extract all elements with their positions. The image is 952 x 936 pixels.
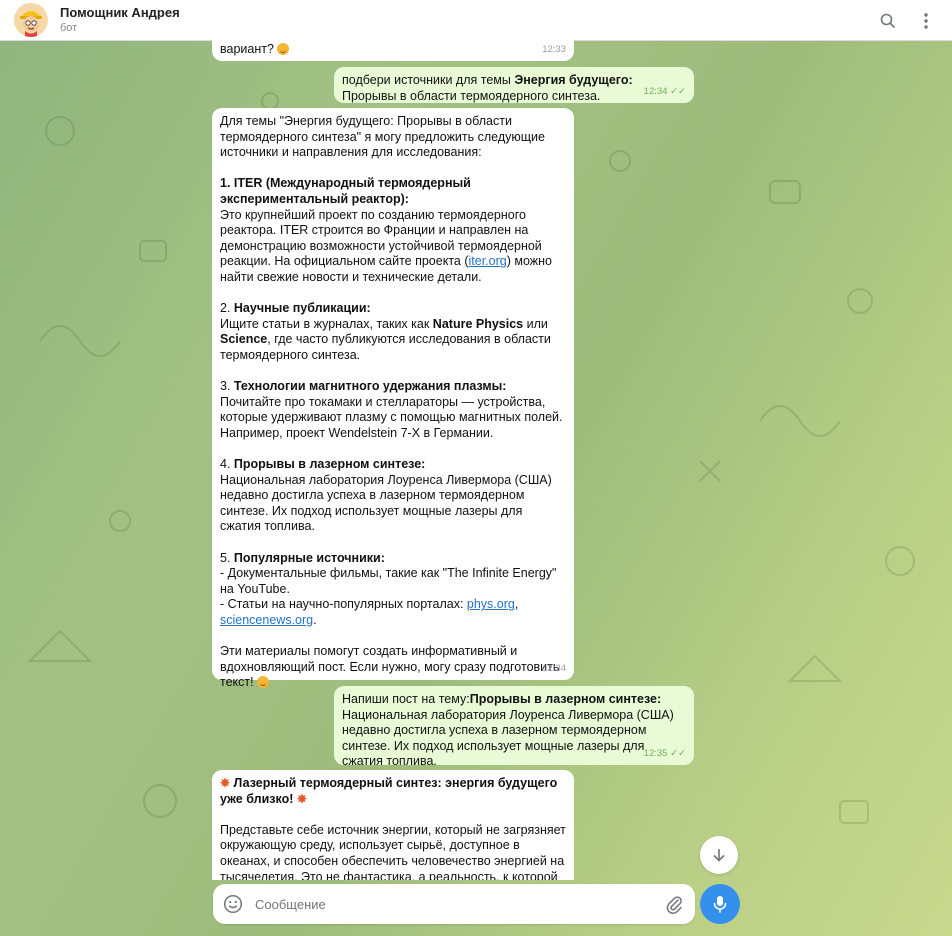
section-number: 4. <box>220 457 234 472</box>
journal-name: Nature Physics <box>432 316 524 331</box>
message-paragraph: Напиши пост на тему:Прорывы в лазерном с… <box>342 692 686 708</box>
microphone-icon <box>713 896 727 913</box>
message-text-prefix: подбери источники для темы <box>342 73 515 87</box>
section-title: 4. Прорывы в лазерном синтезе: <box>220 457 566 473</box>
voice-record-button[interactable] <box>700 884 740 924</box>
section-title: 3. Технологии магнитного удержания плазм… <box>220 379 566 395</box>
arrow-down-icon <box>713 849 725 862</box>
link-iter[interactable]: iter.org <box>469 254 507 268</box>
smile-emoji-icon <box>277 43 290 55</box>
smile-emoji-icon <box>257 676 270 689</box>
message-incoming[interactable]: Для темы "Энергия будущего: Прорывы в об… <box>212 108 574 689</box>
message-time: 12:34 <box>542 663 566 675</box>
sparkle-emoji-icon: ✸ <box>296 791 307 806</box>
search-button[interactable] <box>876 9 900 33</box>
message-paragraph: Это крупнейший проект по созданию термоя… <box>220 208 566 286</box>
text-span-bold: Прорывы в лазерном синтезе: <box>469 692 662 706</box>
message-incoming[interactable]: вариант? 12:33 <box>212 28 574 61</box>
message-composer[interactable] <box>213 884 695 924</box>
section-title-text: Прорывы в лазерном синтезе: <box>233 457 426 472</box>
double-check-icon: ✓✓ <box>667 86 686 98</box>
text-span: Лазерный термоядерный синтез: энергия бу… <box>220 776 558 806</box>
message-paragraph: Ищите статьи в журналах, таких как Natur… <box>220 317 566 364</box>
text-span: или <box>523 316 548 331</box>
section-title: 1. ITER (Международный термоядерный эксп… <box>220 176 471 206</box>
text-span: . <box>313 613 317 627</box>
chat-title[interactable]: Помощник Андрея <box>60 5 180 20</box>
message-time: 12:33 <box>542 44 566 56</box>
post-title: ✸ Лазерный термоядерный синтез: энергия … <box>220 776 566 807</box>
text-span: Напиши пост на тему: <box>342 692 470 706</box>
section-number: 5. <box>220 550 234 565</box>
text-span: Эти материалы помогут создать информатив… <box>220 644 560 690</box>
paperclip-icon <box>666 896 682 915</box>
text-span: , <box>514 597 519 612</box>
section-number: 2. <box>220 301 234 316</box>
message-paragraph: Почитайте про токамаки и стеллараторы — … <box>220 394 563 440</box>
section-title-text: Научные публикации: <box>233 301 371 316</box>
section-title-text: Технологии магнитного удержания плазмы: <box>233 379 507 394</box>
section-title: 2. Научные публикации: <box>220 301 566 317</box>
message-paragraph: Эти материалы помогут создать информатив… <box>220 644 566 691</box>
message-time: 12:35 ✓✓ <box>644 746 686 762</box>
message-time: 12:34 ✓✓ <box>644 84 686 100</box>
link-sciencenews[interactable]: sciencenews.org <box>220 613 313 627</box>
bot-avatar[interactable] <box>14 3 48 37</box>
message-text-suffix: Прорывы в области термоядерного синтеза. <box>342 88 601 103</box>
text-span: Ищите статьи в журналах, таких как <box>220 316 433 331</box>
message-text-bold: Энергия будущего: <box>514 73 633 87</box>
sparkle-emoji-icon: ✸ <box>220 776 231 790</box>
section-title-text: Популярные источники: <box>233 550 385 565</box>
message-outgoing[interactable]: подбери источники для темы Энергия будущ… <box>334 67 694 103</box>
smile-icon <box>223 894 243 914</box>
message-paragraph: Национальная лаборатория Лоуренса Ливерм… <box>220 472 552 534</box>
message-paragraph: - Статьи на научно-популярных порталах: … <box>220 597 566 628</box>
message-paragraph: Представьте себе источник энергии, котор… <box>220 822 566 880</box>
message-paragraph: Национальная лаборатория Лоуренса Ливерм… <box>342 707 674 769</box>
message-paragraph: Для темы "Энергия будущего: Прорывы в об… <box>220 114 545 160</box>
journal-name: Science <box>220 332 268 347</box>
more-vertical-icon <box>924 13 928 29</box>
time-text: 12:34 <box>643 86 668 98</box>
message-outgoing[interactable]: Напиши пост на тему:Прорывы в лазерном с… <box>334 686 694 768</box>
attach-button[interactable] <box>665 894 683 915</box>
link-phys-org[interactable]: phys.org <box>467 597 515 611</box>
double-check-icon: ✓✓ <box>667 748 686 760</box>
time-text: 12:35 <box>643 748 668 760</box>
chat-subtitle: бот <box>60 22 78 34</box>
search-icon <box>880 13 896 29</box>
section-number: 3. <box>220 379 234 394</box>
message-text: вариант? <box>220 42 274 56</box>
text-span: , где часто публикуются исследования в о… <box>220 332 551 362</box>
message-incoming[interactable]: ✸ Лазерный термоядерный синтез: энергия … <box>212 770 574 880</box>
more-menu-button[interactable] <box>914 9 938 33</box>
scroll-down-button[interactable] <box>700 836 738 874</box>
message-input[interactable] <box>255 894 635 914</box>
section-title: 5. Популярные источники: <box>220 551 566 567</box>
emoji-button[interactable] <box>223 894 243 914</box>
message-paragraph: - Документальные фильмы, такие как "The … <box>220 566 557 596</box>
text-span: - Статьи на научно-популярных порталах: <box>220 597 467 612</box>
